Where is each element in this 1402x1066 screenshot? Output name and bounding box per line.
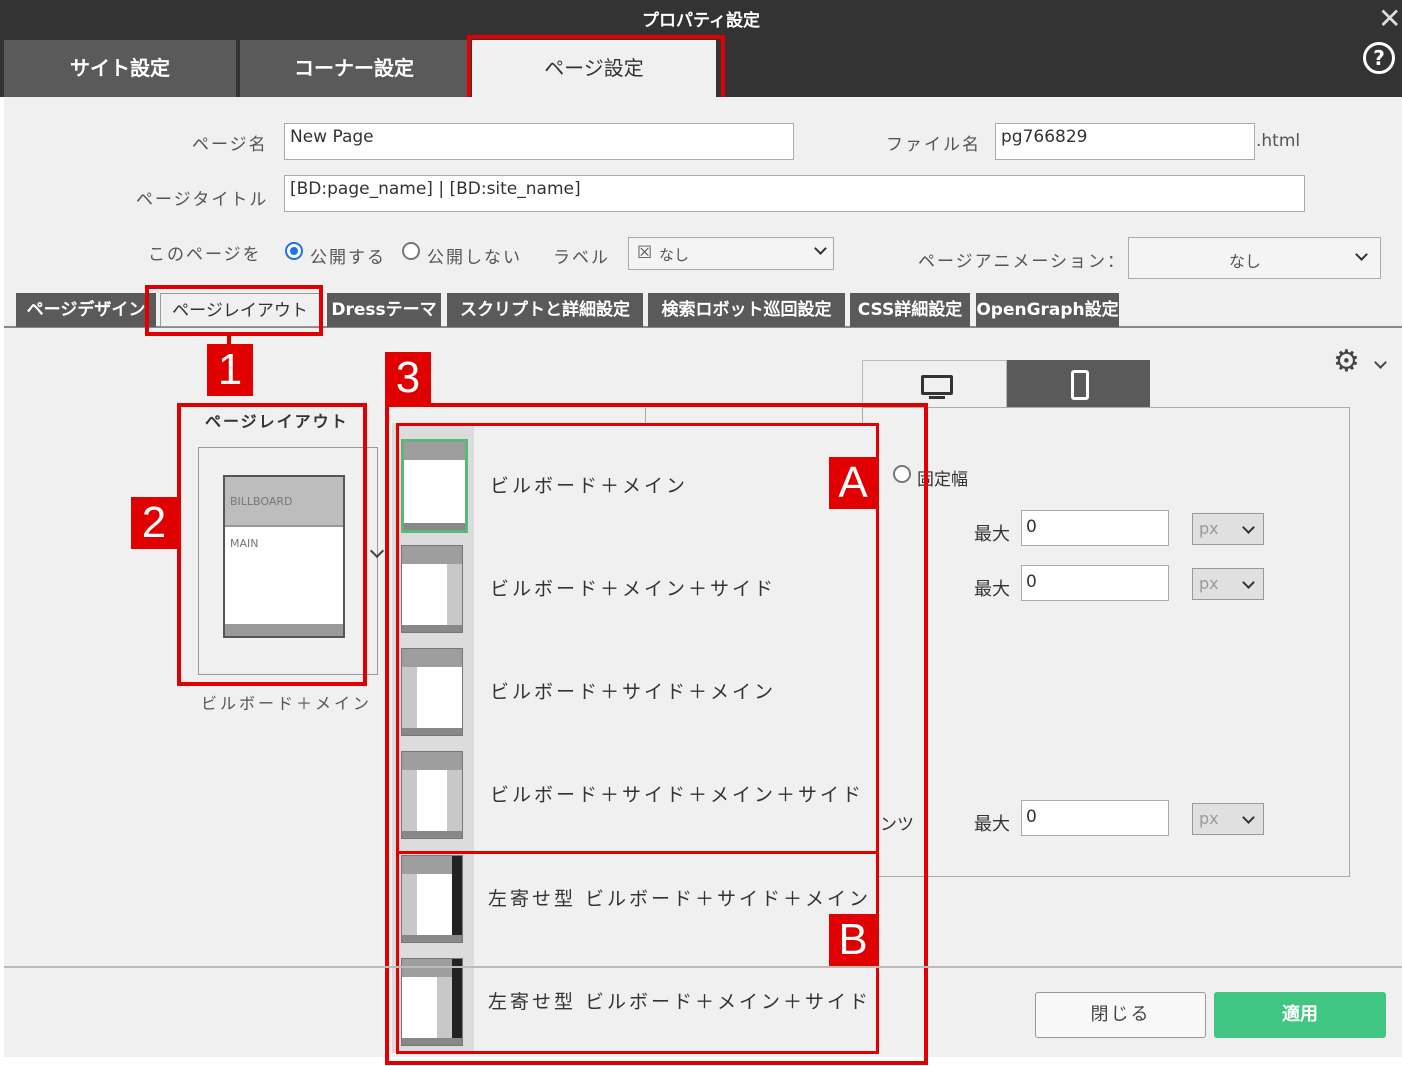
current-layout-name: ビルボード＋メイン (201, 694, 373, 713)
dialog-title: プロパティ設定 (642, 11, 760, 31)
device-tab-smartphone[interactable] (1007, 360, 1150, 408)
checkbox-x-icon: ☒ (637, 243, 653, 263)
annotation-badge-2: 2 (131, 497, 177, 549)
chevron-down-icon (814, 242, 827, 255)
annotation-box-1 (145, 285, 323, 336)
label-select[interactable]: ☒ なし (628, 237, 834, 270)
file-extension: .html (1256, 131, 1301, 151)
chevron-down-icon (1242, 811, 1255, 824)
label-select-value: なし (659, 246, 690, 264)
animation-label: ページアニメーション： (918, 252, 1126, 272)
unit-value: px (1199, 574, 1219, 593)
file-name-label: ファイル名 (886, 135, 981, 155)
device-tab-pc[interactable] (862, 360, 1007, 408)
apply-button[interactable]: 適用 (1214, 992, 1386, 1038)
max-width-input-2[interactable]: 0 (1021, 565, 1169, 601)
gear-icon[interactable]: ⚙ (1333, 345, 1360, 379)
smartphone-icon (1071, 370, 1089, 400)
desktop-icon-stand (929, 396, 945, 399)
subtab-script-details[interactable]: スクリプトと詳細設定 (447, 293, 643, 327)
unit-select-3[interactable]: px (1192, 803, 1264, 835)
close-button[interactable]: 閉じる (1035, 992, 1206, 1038)
annotation-box-2 (177, 403, 367, 686)
animation-select[interactable]: なし (1128, 237, 1381, 279)
max-label: 最大 (974, 524, 1010, 545)
visibility-label: このページを (148, 245, 262, 265)
unpublish-radio[interactable] (402, 242, 420, 260)
annotation-box-b (396, 851, 879, 1054)
subtab-opengraph[interactable]: OpenGraph設定 (976, 293, 1119, 327)
label-label: ラベル (553, 248, 610, 268)
annotation-badge-a: A (829, 457, 877, 509)
page-title-label: ページタイトル (136, 190, 269, 210)
page-name-input[interactable]: New Page (284, 123, 794, 160)
unit-value: px (1199, 809, 1219, 828)
tab-corner-settings[interactable]: コーナー設定 (240, 40, 468, 97)
unit-value: px (1199, 519, 1219, 538)
animation-select-value: なし (1229, 252, 1262, 271)
publish-radio[interactable] (285, 242, 303, 260)
annotation-badge-3: 3 (385, 352, 431, 404)
max-width-input-1[interactable]: 0 (1021, 510, 1169, 546)
subtab-dress-theme[interactable]: Dressテーマ (327, 293, 441, 327)
help-icon[interactable]: ? (1363, 42, 1395, 74)
unit-select-1[interactable]: px (1192, 513, 1264, 545)
chevron-down-icon (1355, 248, 1368, 261)
chevron-down-icon (1242, 576, 1255, 589)
page-title-input[interactable]: [BD:page_name] | [BD:site_name] (284, 175, 1305, 212)
desktop-icon (921, 375, 953, 395)
publish-label: 公開する (310, 248, 386, 268)
max-label: 最大 (974, 814, 1010, 835)
file-name-input[interactable]: pg766829 (995, 123, 1255, 160)
max-width-input-3[interactable]: 0 (1021, 800, 1169, 836)
page-name-label: ページ名 (192, 135, 268, 155)
max-label: 最大 (974, 579, 1010, 600)
subtab-search-robot[interactable]: 検索ロボット巡回設定 (648, 293, 845, 327)
annotation-badge-b: B (829, 914, 877, 966)
unpublish-label: 公開しない (427, 248, 522, 268)
subtab-css-details[interactable]: CSS詳細設定 (850, 293, 970, 327)
annotation-connector (227, 336, 231, 344)
annotation-badge-1: 1 (207, 344, 253, 396)
chevron-down-icon (1242, 521, 1255, 534)
annotation-box-a (396, 423, 879, 854)
close-icon[interactable]: ✕ (1378, 4, 1401, 34)
unit-select-2[interactable]: px (1192, 568, 1264, 600)
subtab-page-design[interactable]: ページデザイン (16, 293, 156, 327)
tab-site-settings[interactable]: サイト設定 (4, 40, 236, 97)
footer-divider (4, 966, 1402, 968)
